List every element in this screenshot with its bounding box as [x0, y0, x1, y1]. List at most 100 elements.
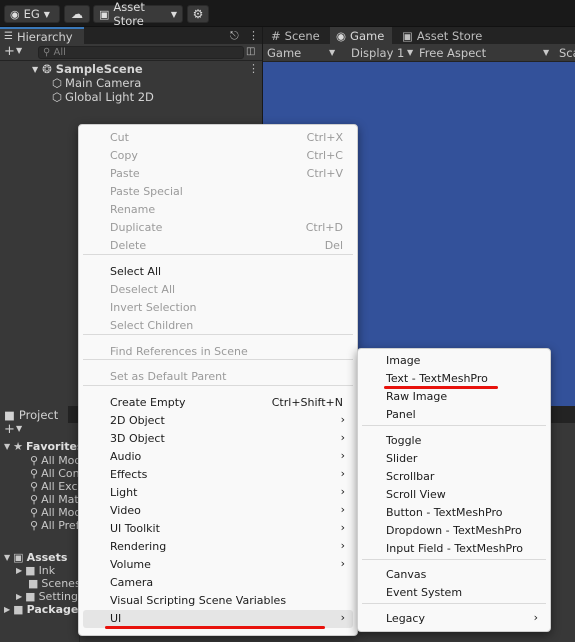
submenu-arrow-icon: › — [340, 449, 345, 462]
menu-item-rendering[interactable]: Rendering › — [83, 538, 353, 556]
expand-arrow-icon: ▼ — [4, 553, 11, 562]
search-icon: ⚲ — [30, 467, 39, 480]
tab-project[interactable]: ■ Project — [0, 406, 68, 423]
favorite-item[interactable]: ⚲ All Pref — [30, 519, 80, 532]
favorites-row[interactable]: ▼ ★ Favorites — [4, 440, 80, 453]
menu-item-3d-object[interactable]: 3D Object › — [83, 430, 353, 448]
list-icon: ☰ — [4, 31, 13, 42]
submenu-item-canvas[interactable]: Canvas — [362, 566, 546, 584]
tab-scene[interactable]: # Scene — [265, 27, 329, 44]
menu-item-effects[interactable]: Effects › — [83, 466, 353, 484]
submenu-item-dropdown-textmeshpro[interactable]: Dropdown - TextMeshPro — [362, 522, 546, 540]
hierarchy-search-input[interactable]: ⚲ All — [38, 46, 244, 59]
menu-item-light[interactable]: Light › — [83, 484, 353, 502]
add-icon[interactable]: + — [4, 422, 15, 437]
favorite-label: All Mod — [41, 506, 80, 519]
submenu-item-event-system[interactable]: Event System — [362, 584, 546, 602]
hierarchy-item-global-light[interactable]: ⬡ Global Light 2D — [52, 90, 154, 104]
hierarchy-item-main-camera[interactable]: ⬡ Main Camera — [52, 76, 141, 90]
scene-picker-icon[interactable]: ◫ — [246, 46, 255, 57]
menu-item-cut: Cut Ctrl+X — [83, 129, 353, 147]
submenu-item-panel[interactable]: Panel — [362, 406, 546, 424]
game-view-dropdown[interactable]: Game ▼ — [267, 46, 339, 60]
tab-game[interactable]: ◉ Game — [330, 27, 392, 44]
add-icon[interactable]: + — [4, 44, 15, 59]
cloud-icon: ☁ — [71, 7, 83, 21]
submenu-item-input-field-textmeshpro[interactable]: Input Field - TextMeshPro — [362, 540, 546, 558]
ui-submenu: Image Text - TextMeshPro Raw Image Panel Tog… — [357, 348, 551, 632]
menu-item-label: 2D Object — [110, 414, 165, 427]
chevron-down-icon: ▼ — [407, 48, 414, 57]
submenu-item-label: Panel — [386, 408, 416, 421]
menu-item-video[interactable]: Video › — [83, 502, 353, 520]
folder-open-icon: ▣ — [13, 551, 24, 564]
display-dropdown[interactable]: Display 1 ▼ — [351, 46, 415, 60]
submenu-item-button-textmeshpro[interactable]: Button - TextMeshPro — [362, 504, 546, 522]
game-toolbar: Game ▼ Display 1 ▼ Free Aspect ▼ Sca — [263, 44, 575, 62]
aspect-dropdown[interactable]: Free Aspect ▼ — [419, 46, 555, 60]
folder-item[interactable]: ■ Scenes — [28, 577, 80, 590]
favorite-item[interactable]: ⚲ All Mod — [30, 506, 80, 519]
project-folder-tree: + ▼ ▼ ★ Favorites ⚲ All Mod ⚲ All Conf ⚲ Al… — [0, 422, 80, 642]
asset-store-dropdown[interactable]: ▣ Asset Store ▼ — [93, 0, 183, 28]
tab-hierarchy[interactable]: ☰ Hierarchy — [0, 27, 84, 44]
chevron-down-icon[interactable]: ▼ — [16, 46, 22, 55]
submenu-item-slider[interactable]: Slider — [362, 450, 546, 468]
submenu-item-image[interactable]: Image — [362, 352, 546, 370]
search-placeholder: All — [53, 47, 66, 58]
account-dropdown[interactable]: ◉ EG ▼ — [4, 5, 60, 23]
submenu-item-toggle[interactable]: Toggle — [362, 432, 546, 450]
menu-item-label: Invert Selection — [110, 301, 197, 314]
scene-row[interactable]: ▼ ❂ SampleScene — [32, 62, 143, 76]
folder-item[interactable]: ▶ ■ Setting — [16, 590, 80, 603]
menu-item-rename: Rename — [83, 201, 353, 219]
menu-item-shortcut: Del — [324, 239, 343, 252]
gamepad-icon: ◉ — [336, 28, 347, 43]
lock-icon[interactable]: ⎋ — [230, 29, 239, 43]
submenu-item-scroll-view[interactable]: Scroll View — [362, 486, 546, 504]
submenu-item-label: Text - TextMeshPro — [386, 372, 488, 385]
menu-item-select-all[interactable]: Select All — [83, 263, 353, 281]
favorite-item[interactable]: ⚲ All Conf — [30, 467, 80, 480]
submenu-item-scrollbar[interactable]: Scrollbar — [362, 468, 546, 486]
chevron-down-icon[interactable]: ▼ — [16, 424, 22, 433]
more-options-icon[interactable]: ⋮ — [248, 29, 259, 42]
submenu-item-label: Dropdown - TextMeshPro — [386, 524, 522, 537]
menu-item-visual-scripting-scene-variables[interactable]: Visual Scripting Scene Variables — [83, 592, 353, 610]
menu-item-2d-object[interactable]: 2D Object › — [83, 412, 353, 430]
submenu-arrow-icon: › — [340, 557, 345, 570]
search-icon: ⚲ — [30, 506, 39, 519]
packages-row[interactable]: ▶ ■ Packages — [4, 603, 80, 616]
menu-item-label: Paste — [110, 167, 140, 180]
menu-item-audio[interactable]: Audio › — [83, 448, 353, 466]
menu-item-create-empty[interactable]: Create Empty Ctrl+Shift+N — [83, 394, 353, 412]
favorite-item[interactable]: ⚲All Mate — [30, 493, 80, 506]
tab-label: Game — [350, 28, 385, 43]
packages-label: Packages — [26, 603, 80, 616]
cloud-button[interactable]: ☁ — [64, 5, 90, 23]
expand-arrow-icon: ▼ — [4, 442, 11, 451]
menu-item-label: Rename — [110, 203, 156, 216]
favorite-label: All Mate — [41, 493, 80, 506]
submenu-item-label: Event System — [386, 586, 463, 599]
assets-row[interactable]: ▼ ▣ Assets — [4, 551, 80, 564]
submenu-item-label: Raw Image — [386, 390, 448, 403]
folder-item[interactable]: ▶ ■ Ink — [16, 564, 80, 577]
main-toolbar: ◉ EG ▼ ☁ ▣ Asset Store ▼ ⚙ — [0, 0, 575, 28]
scene-more-icon[interactable]: ⋮ — [248, 62, 259, 75]
menu-item-camera[interactable]: Camera — [83, 574, 353, 592]
menu-item-label: Camera — [110, 576, 154, 589]
collapse-arrow-icon: ▶ — [4, 605, 11, 614]
menu-item-label: Light — [110, 486, 138, 499]
menu-item-ui-toolkit[interactable]: UI Toolkit › — [83, 520, 353, 538]
favorite-item[interactable]: ⚲ All Excl — [30, 480, 80, 493]
submenu-item-legacy[interactable]: Legacy › — [362, 610, 546, 628]
menu-item-volume[interactable]: Volume › — [83, 556, 353, 574]
tab-asset-store[interactable]: ▣ Asset Store — [396, 27, 496, 44]
display-label: Display 1 — [351, 46, 405, 60]
submenu-item-raw-image[interactable]: Raw Image — [362, 388, 546, 406]
settings-button[interactable]: ⚙ — [187, 5, 209, 23]
folder-label: Scenes — [41, 577, 80, 590]
tab-label: Scene — [284, 28, 320, 43]
favorite-item[interactable]: ⚲ All Mod — [30, 454, 80, 467]
